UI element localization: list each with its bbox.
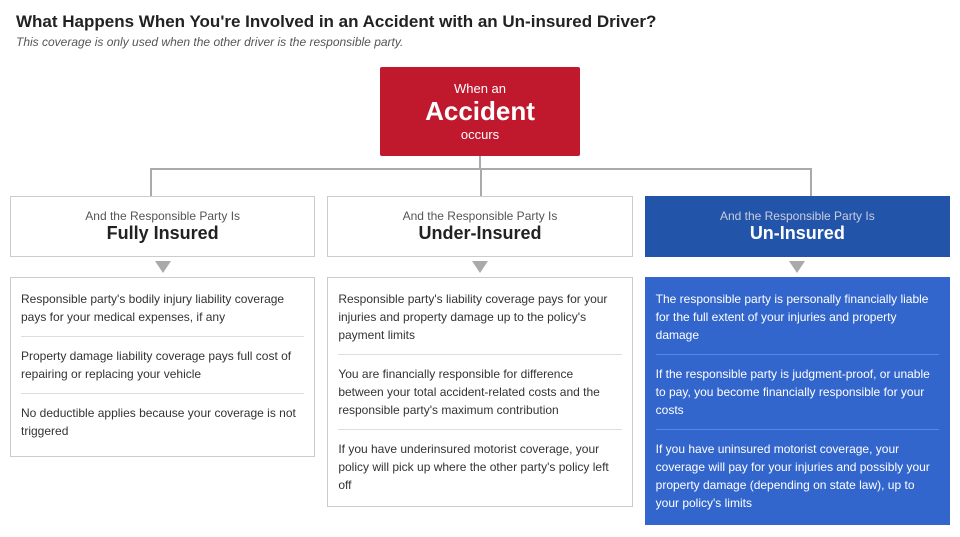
col1-item-1: Responsible party's bodily injury liabil…: [21, 290, 304, 337]
col2-status: Under-Insured: [338, 223, 621, 244]
accident-word: Accident: [404, 96, 556, 127]
col3-arrow: [789, 261, 805, 273]
v-connector-center: [480, 168, 482, 196]
col2-content: Responsible party's liability coverage p…: [327, 277, 632, 507]
v-connector-right: [810, 168, 812, 196]
col2-item-3: If you have underinsured motorist covera…: [338, 440, 621, 494]
page-title: What Happens When You're Involved in an …: [16, 12, 944, 32]
accident-occurs-text: occurs: [461, 127, 499, 142]
col1-item-2: Property damage liability coverage pays …: [21, 347, 304, 394]
col1-status: Fully Insured: [21, 223, 304, 244]
col1-arrow: [155, 261, 171, 273]
branch-connector: [10, 168, 950, 196]
page-subtitle: This coverage is only used when the othe…: [16, 35, 944, 49]
columns-container: And the Responsible Party Is Fully Insur…: [10, 196, 950, 525]
page-container: What Happens When You're Involved in an …: [16, 12, 944, 525]
flow-diagram: When an Accident occurs And the Responsi…: [16, 67, 944, 525]
col-fully-insured: And the Responsible Party Is Fully Insur…: [10, 196, 315, 525]
col-header-fully-insured: And the Responsible Party Is Fully Insur…: [10, 196, 315, 257]
col-header-un-insured: And the Responsible Party Is Un-Insured: [645, 196, 950, 257]
col1-item-3: No deductible applies because your cover…: [21, 404, 304, 440]
col2-arrow: [472, 261, 488, 273]
col-un-insured: And the Responsible Party Is Un-Insured …: [645, 196, 950, 525]
col3-item-3: If you have uninsured motorist coverage,…: [656, 440, 939, 512]
col3-content: The responsible party is personally fina…: [645, 277, 950, 525]
col2-item-1: Responsible party's liability coverage p…: [338, 290, 621, 355]
col1-content: Responsible party's bodily injury liabil…: [10, 277, 315, 457]
top-arrow-line: [479, 156, 481, 168]
col3-and-text: And the Responsible Party Is: [656, 209, 939, 223]
accident-box: When an Accident occurs: [380, 67, 580, 156]
accident-when-text: When an: [454, 81, 506, 96]
col-under-insured: And the Responsible Party Is Under-Insur…: [327, 196, 632, 525]
col-header-under-insured: And the Responsible Party Is Under-Insur…: [327, 196, 632, 257]
col3-item-2: If the responsible party is judgment-pro…: [656, 365, 939, 430]
col3-status: Un-Insured: [656, 223, 939, 244]
col3-item-1: The responsible party is personally fina…: [656, 290, 939, 355]
v-connector-left: [150, 168, 152, 196]
col2-and-text: And the Responsible Party Is: [338, 209, 621, 223]
col1-and-text: And the Responsible Party Is: [21, 209, 304, 223]
col2-item-2: You are financially responsible for diff…: [338, 365, 621, 430]
